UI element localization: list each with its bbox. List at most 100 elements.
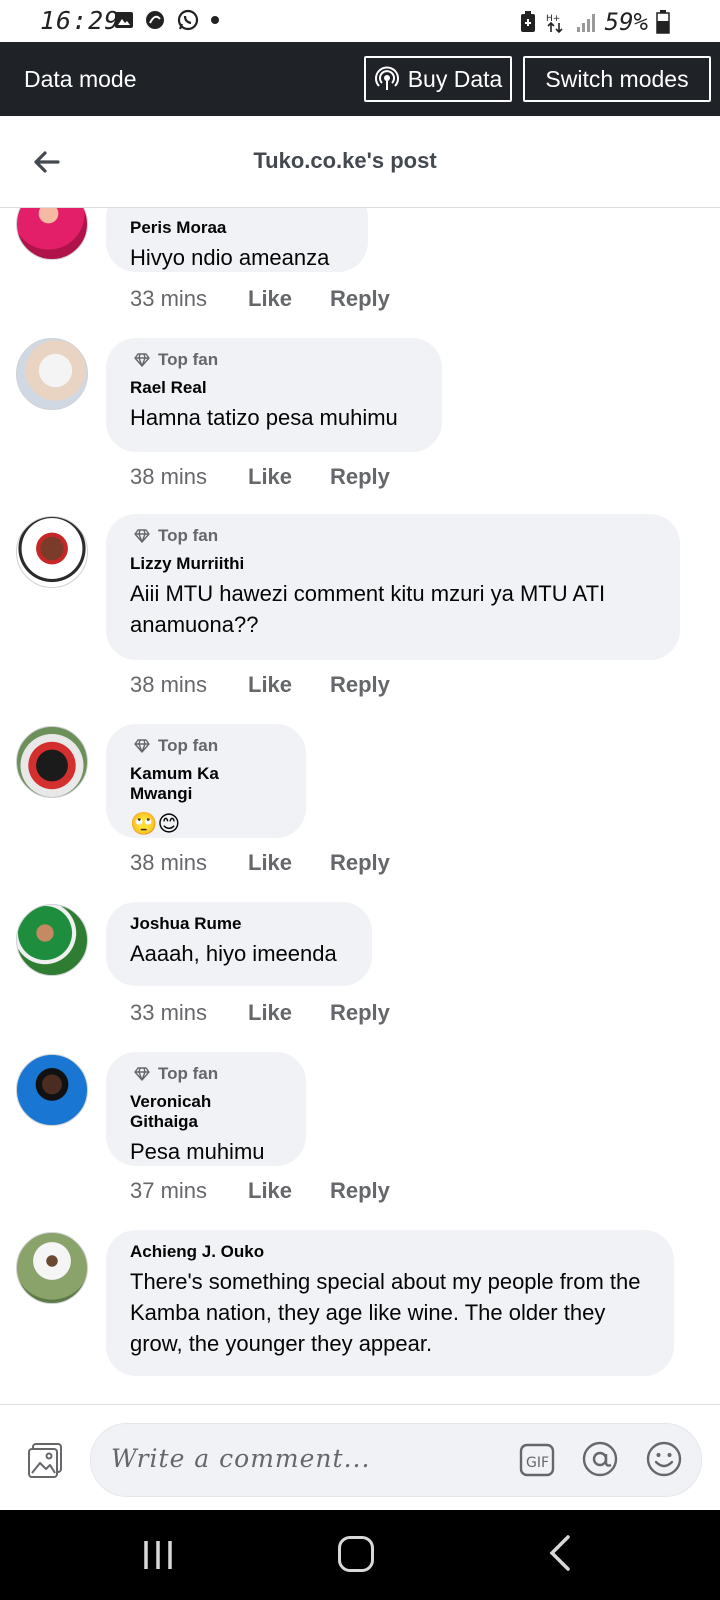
like-button[interactable]: Like (248, 850, 330, 876)
signal-icon (576, 14, 595, 32)
photo-button[interactable] (26, 1441, 64, 1479)
comment-text: Aaaah, hiyo imeenda (130, 941, 337, 966)
avatar[interactable] (16, 208, 88, 260)
post-header: Tuko.co.ke's post (0, 116, 720, 208)
like-button[interactable]: Like (248, 1178, 330, 1204)
comment-bubble[interactable]: Peris Moraa Hivyo ndio ameanza (106, 208, 368, 272)
battery-icon (656, 10, 670, 34)
reply-button[interactable]: Reply (330, 850, 390, 876)
status-time: 16:29 (40, 6, 121, 35)
comment-time[interactable]: 38 mins (130, 464, 248, 490)
comment-author[interactable]: Peris Moraa (130, 218, 344, 238)
whatsapp-icon (177, 9, 199, 31)
at-sign-icon (582, 1441, 618, 1477)
system-nav-bar (0, 1510, 720, 1600)
buy-data-label: Buy Data (407, 65, 503, 92)
emoji-button[interactable] (645, 1440, 683, 1478)
buy-data-button[interactable]: Buy Data (364, 56, 512, 102)
reply-button[interactable]: Reply (330, 672, 390, 698)
comment-text: Pesa muhimu (130, 1139, 265, 1164)
top-fan-label: Top fan (158, 736, 219, 755)
comment-bubble[interactable]: Top fan Lizzy Murriithi Aiii MTU hawezi … (106, 514, 680, 660)
reply-button[interactable]: Reply (330, 1178, 390, 1204)
system-icons: H+ 59% (519, 8, 670, 36)
comment-bubble[interactable]: Top fan Veronicah Githaiga Pesa muhimu (106, 1052, 306, 1166)
avatar[interactable] (16, 1054, 88, 1126)
comment-time[interactable]: 33 mins (130, 286, 248, 312)
comment-time[interactable]: 38 mins (130, 672, 248, 698)
mention-button[interactable] (581, 1440, 619, 1478)
smiley-icon (646, 1441, 682, 1477)
comment-actions: 37 mins Like Reply (130, 1178, 390, 1204)
svg-text:GIF: GIF (526, 1455, 549, 1471)
page-title: Tuko.co.ke's post (253, 148, 437, 173)
avatar[interactable] (16, 726, 88, 798)
top-fan-label: Top fan (158, 526, 219, 545)
home-button[interactable] (338, 1536, 374, 1572)
comment-time[interactable]: 37 mins (130, 1178, 248, 1204)
avatar[interactable] (16, 516, 88, 588)
switch-modes-label: Switch modes (545, 65, 689, 92)
comment-text: Hivyo ndio ameanza (130, 245, 330, 270)
diamond-icon (134, 353, 150, 367)
reply-button[interactable]: Reply (330, 1000, 390, 1026)
svg-text:H+: H+ (546, 14, 560, 24)
comment-text: There's something special about my peopl… (130, 1269, 641, 1356)
comment-author[interactable]: Rael Real (130, 378, 418, 398)
comment-actions: 38 mins Like Reply (130, 672, 390, 698)
comment-author[interactable]: Kamum Ka Mwangi (130, 764, 282, 804)
reply-button[interactable]: Reply (330, 286, 390, 312)
notification-icons (114, 8, 220, 32)
like-button[interactable]: Like (248, 1000, 330, 1026)
top-fan-badge: Top fan (134, 1064, 282, 1084)
comment-author[interactable]: Joshua Rume (130, 914, 348, 934)
top-fan-badge: Top fan (134, 350, 418, 370)
battery-percent: 59% (604, 8, 648, 36)
data-mode-bar: Data mode Buy Data Switch modes (0, 42, 720, 116)
recents-icon (144, 1541, 172, 1569)
comment-bubble[interactable]: Joshua Rume Aaaah, hiyo imeenda (106, 902, 372, 986)
top-fan-badge: Top fan (134, 736, 282, 756)
comment-composer: Write a comment... GIF (0, 1404, 720, 1510)
avatar[interactable] (16, 1232, 88, 1304)
gif-icon: GIF (519, 1443, 555, 1477)
top-fan-badge: Top fan (134, 526, 656, 546)
status-bar: 16:29 H+ 59% (0, 0, 720, 42)
comment-time[interactable]: 33 mins (130, 1000, 248, 1026)
recents-button[interactable] (140, 1538, 176, 1577)
top-fan-label: Top fan (158, 350, 219, 369)
chevron-left-icon (549, 1535, 570, 1571)
reply-button[interactable]: Reply (330, 464, 390, 490)
comment-placeholder: Write a comment... (111, 1444, 371, 1473)
comment-actions: 38 mins Like Reply (130, 464, 390, 490)
like-button[interactable]: Like (248, 672, 330, 698)
gif-button[interactable]: GIF (519, 1442, 555, 1478)
comment-time[interactable]: 38 mins (130, 850, 248, 876)
top-fan-label: Top fan (158, 1064, 219, 1083)
battery-saver-icon (520, 11, 535, 32)
comment-input[interactable]: Write a comment... GIF (90, 1423, 702, 1497)
like-button[interactable]: Like (248, 464, 330, 490)
like-button[interactable]: Like (248, 286, 330, 312)
comment-bubble[interactable]: Top fan Rael Real Hamna tatizo pesa muhi… (106, 338, 442, 452)
comment-bubble[interactable]: Top fan Kamum Ka Mwangi 🙄😊 (106, 724, 306, 838)
photo-icon (28, 1443, 62, 1478)
comment-text: Aiii MTU hawezi comment kitu mzuri ya MT… (130, 581, 606, 637)
dot-icon (211, 16, 219, 24)
system-back-button[interactable] (548, 1534, 572, 1577)
comment-actions: 38 mins Like Reply (130, 850, 390, 876)
comment-actions: 33 mins Like Reply (130, 286, 390, 312)
avatar[interactable] (16, 904, 88, 976)
comment-author[interactable]: Veronicah Githaiga (130, 1092, 282, 1132)
data-arrows-icon: H+ (546, 14, 563, 33)
data-mode-label: Data mode (24, 66, 137, 92)
gallery-icon (115, 12, 133, 28)
comment-bubble[interactable]: Achieng J. Ouko There's something specia… (106, 1230, 674, 1376)
avatar[interactable] (16, 338, 88, 410)
switch-modes-button[interactable]: Switch modes (523, 56, 711, 102)
comment-author[interactable]: Achieng J. Ouko (130, 1242, 650, 1262)
broadcast-icon (374, 66, 399, 90)
app-notification-icon (146, 11, 164, 29)
comment-author[interactable]: Lizzy Murriithi (130, 554, 656, 574)
comment-actions: 33 mins Like Reply (130, 1000, 390, 1026)
